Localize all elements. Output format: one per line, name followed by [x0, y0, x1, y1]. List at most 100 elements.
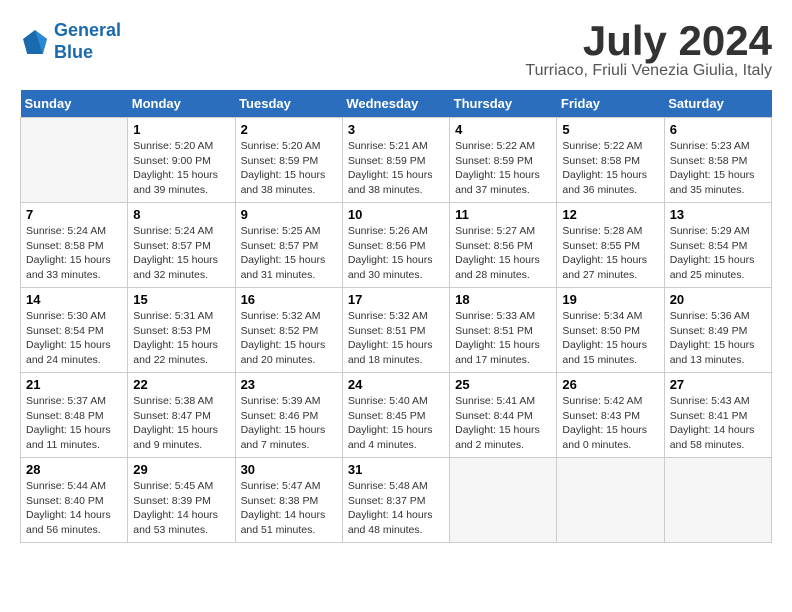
- calendar-cell: 1 Sunrise: 5:20 AMSunset: 9:00 PMDaylight…: [128, 118, 235, 203]
- day-info: Sunrise: 5:32 AMSunset: 8:51 PMDaylight:…: [348, 309, 444, 368]
- day-number: 8: [133, 207, 229, 222]
- day-number: 7: [26, 207, 122, 222]
- logo: General Blue: [20, 20, 121, 63]
- day-info: Sunrise: 5:32 AMSunset: 8:52 PMDaylight:…: [241, 309, 337, 368]
- column-header-friday: Friday: [557, 90, 664, 118]
- day-number: 30: [241, 462, 337, 477]
- title-block: July 2024 Turriaco, Friuli Venezia Giuli…: [525, 20, 772, 80]
- day-info: Sunrise: 5:30 AMSunset: 8:54 PMDaylight:…: [26, 309, 122, 368]
- day-number: 14: [26, 292, 122, 307]
- day-info: Sunrise: 5:47 AMSunset: 8:38 PMDaylight:…: [241, 479, 337, 538]
- day-number: 1: [133, 122, 229, 137]
- calendar-cell: [664, 458, 771, 543]
- day-info: Sunrise: 5:41 AMSunset: 8:44 PMDaylight:…: [455, 394, 551, 453]
- calendar-week-1: 1 Sunrise: 5:20 AMSunset: 9:00 PMDaylight…: [21, 118, 772, 203]
- calendar-cell: 3Sunrise: 5:21 AMSunset: 8:59 PMDaylight…: [342, 118, 449, 203]
- calendar-header-row: SundayMondayTuesdayWednesdayThursdayFrid…: [21, 90, 772, 118]
- calendar-cell: 15 Sunrise: 5:31 AMSunset: 8:53 PMDayligh…: [128, 288, 235, 373]
- column-header-tuesday: Tuesday: [235, 90, 342, 118]
- day-info: Sunrise: 5:29 AMSunset: 8:54 PMDaylight:…: [670, 224, 766, 283]
- day-info: Sunrise: 5:45 AMSunset: 8:39 PMDaylight:…: [133, 479, 229, 538]
- day-info: Sunrise: 5:22 AMSunset: 8:58 PMDaylight:…: [562, 139, 658, 198]
- day-number: 5: [562, 122, 658, 137]
- calendar-cell: 8Sunrise: 5:24 AMSunset: 8:57 PMDaylight…: [128, 203, 235, 288]
- day-number: 29: [133, 462, 229, 477]
- day-info: Sunrise: 5:20 AMSunset: 8:59 PMDaylight:…: [241, 139, 337, 198]
- calendar-cell: 12 Sunrise: 5:28 AMSunset: 8:55 PMDayligh…: [557, 203, 664, 288]
- calendar-cell: 17 Sunrise: 5:32 AMSunset: 8:51 PMDayligh…: [342, 288, 449, 373]
- calendar-cell: 2 Sunrise: 5:20 AMSunset: 8:59 PMDaylight…: [235, 118, 342, 203]
- day-info: Sunrise: 5:38 AMSunset: 8:47 PMDaylight:…: [133, 394, 229, 453]
- calendar-cell: 22 Sunrise: 5:38 AMSunset: 8:47 PMDayligh…: [128, 373, 235, 458]
- calendar-cell: [450, 458, 557, 543]
- day-info: Sunrise: 5:37 AMSunset: 8:48 PMDaylight:…: [26, 394, 122, 453]
- calendar-cell: 30 Sunrise: 5:47 AMSunset: 8:38 PMDayligh…: [235, 458, 342, 543]
- calendar-cell: 16 Sunrise: 5:32 AMSunset: 8:52 PMDayligh…: [235, 288, 342, 373]
- column-header-thursday: Thursday: [450, 90, 557, 118]
- day-info: Sunrise: 5:20 AMSunset: 9:00 PMDaylight:…: [133, 139, 229, 198]
- calendar-cell: 6Sunrise: 5:23 AMSunset: 8:58 PMDaylight…: [664, 118, 771, 203]
- day-number: 10: [348, 207, 444, 222]
- day-info: Sunrise: 5:42 AMSunset: 8:43 PMDaylight:…: [562, 394, 658, 453]
- day-number: 17: [348, 292, 444, 307]
- calendar-cell: 14 Sunrise: 5:30 AMSunset: 8:54 PMDayligh…: [21, 288, 128, 373]
- day-number: 22: [133, 377, 229, 392]
- calendar-week-3: 14 Sunrise: 5:30 AMSunset: 8:54 PMDayligh…: [21, 288, 772, 373]
- column-header-wednesday: Wednesday: [342, 90, 449, 118]
- calendar-cell: 10 Sunrise: 5:26 AMSunset: 8:56 PMDayligh…: [342, 203, 449, 288]
- day-number: 24: [348, 377, 444, 392]
- day-number: 21: [26, 377, 122, 392]
- day-number: 23: [241, 377, 337, 392]
- day-info: Sunrise: 5:33 AMSunset: 8:51 PMDaylight:…: [455, 309, 551, 368]
- day-info: Sunrise: 5:26 AMSunset: 8:56 PMDaylight:…: [348, 224, 444, 283]
- day-info: Sunrise: 5:44 AMSunset: 8:40 PMDaylight:…: [26, 479, 122, 538]
- day-info: Sunrise: 5:23 AMSunset: 8:58 PMDaylight:…: [670, 139, 766, 198]
- calendar-cell: 23 Sunrise: 5:39 AMSunset: 8:46 PMDayligh…: [235, 373, 342, 458]
- calendar-week-2: 7 Sunrise: 5:24 AMSunset: 8:58 PMDaylight…: [21, 203, 772, 288]
- logo-icon: [20, 27, 50, 57]
- month-title: July 2024: [525, 20, 772, 62]
- calendar-cell: 28 Sunrise: 5:44 AMSunset: 8:40 PMDayligh…: [21, 458, 128, 543]
- column-header-saturday: Saturday: [664, 90, 771, 118]
- day-info: Sunrise: 5:27 AMSunset: 8:56 PMDaylight:…: [455, 224, 551, 283]
- day-info: Sunrise: 5:39 AMSunset: 8:46 PMDaylight:…: [241, 394, 337, 453]
- day-number: 31: [348, 462, 444, 477]
- calendar-cell: 19 Sunrise: 5:34 AMSunset: 8:50 PMDayligh…: [557, 288, 664, 373]
- day-info: Sunrise: 5:34 AMSunset: 8:50 PMDaylight:…: [562, 309, 658, 368]
- calendar-cell: 27Sunrise: 5:43 AMSunset: 8:41 PMDayligh…: [664, 373, 771, 458]
- calendar-cell: 9Sunrise: 5:25 AMSunset: 8:57 PMDaylight…: [235, 203, 342, 288]
- calendar-cell: 4Sunrise: 5:22 AMSunset: 8:59 PMDaylight…: [450, 118, 557, 203]
- day-number: 2: [241, 122, 337, 137]
- calendar-week-4: 21 Sunrise: 5:37 AMSunset: 8:48 PMDayligh…: [21, 373, 772, 458]
- day-info: Sunrise: 5:24 AMSunset: 8:58 PMDaylight:…: [26, 224, 122, 283]
- day-number: 18: [455, 292, 551, 307]
- day-info: Sunrise: 5:25 AMSunset: 8:57 PMDaylight:…: [241, 224, 337, 283]
- calendar-cell: 29 Sunrise: 5:45 AMSunset: 8:39 PMDayligh…: [128, 458, 235, 543]
- day-number: 15: [133, 292, 229, 307]
- day-number: 12: [562, 207, 658, 222]
- day-info: Sunrise: 5:31 AMSunset: 8:53 PMDaylight:…: [133, 309, 229, 368]
- day-info: Sunrise: 5:28 AMSunset: 8:55 PMDaylight:…: [562, 224, 658, 283]
- calendar-cell: [21, 118, 128, 203]
- day-number: 16: [241, 292, 337, 307]
- day-info: Sunrise: 5:22 AMSunset: 8:59 PMDaylight:…: [455, 139, 551, 198]
- calendar-body: 1 Sunrise: 5:20 AMSunset: 9:00 PMDaylight…: [21, 118, 772, 543]
- day-info: Sunrise: 5:36 AMSunset: 8:49 PMDaylight:…: [670, 309, 766, 368]
- location: Turriaco, Friuli Venezia Giulia, Italy: [525, 62, 772, 80]
- calendar-cell: 31Sunrise: 5:48 AMSunset: 8:37 PMDayligh…: [342, 458, 449, 543]
- column-header-sunday: Sunday: [21, 90, 128, 118]
- day-number: 11: [455, 207, 551, 222]
- logo-text: General Blue: [54, 20, 121, 63]
- calendar-cell: 21 Sunrise: 5:37 AMSunset: 8:48 PMDayligh…: [21, 373, 128, 458]
- day-number: 27: [670, 377, 766, 392]
- day-info: Sunrise: 5:40 AMSunset: 8:45 PMDaylight:…: [348, 394, 444, 453]
- day-number: 28: [26, 462, 122, 477]
- calendar-cell: 25 Sunrise: 5:41 AMSunset: 8:44 PMDayligh…: [450, 373, 557, 458]
- column-header-monday: Monday: [128, 90, 235, 118]
- day-number: 25: [455, 377, 551, 392]
- calendar-table: SundayMondayTuesdayWednesdayThursdayFrid…: [20, 90, 772, 543]
- day-number: 26: [562, 377, 658, 392]
- calendar-cell: 5 Sunrise: 5:22 AMSunset: 8:58 PMDaylight…: [557, 118, 664, 203]
- day-number: 13: [670, 207, 766, 222]
- day-number: 19: [562, 292, 658, 307]
